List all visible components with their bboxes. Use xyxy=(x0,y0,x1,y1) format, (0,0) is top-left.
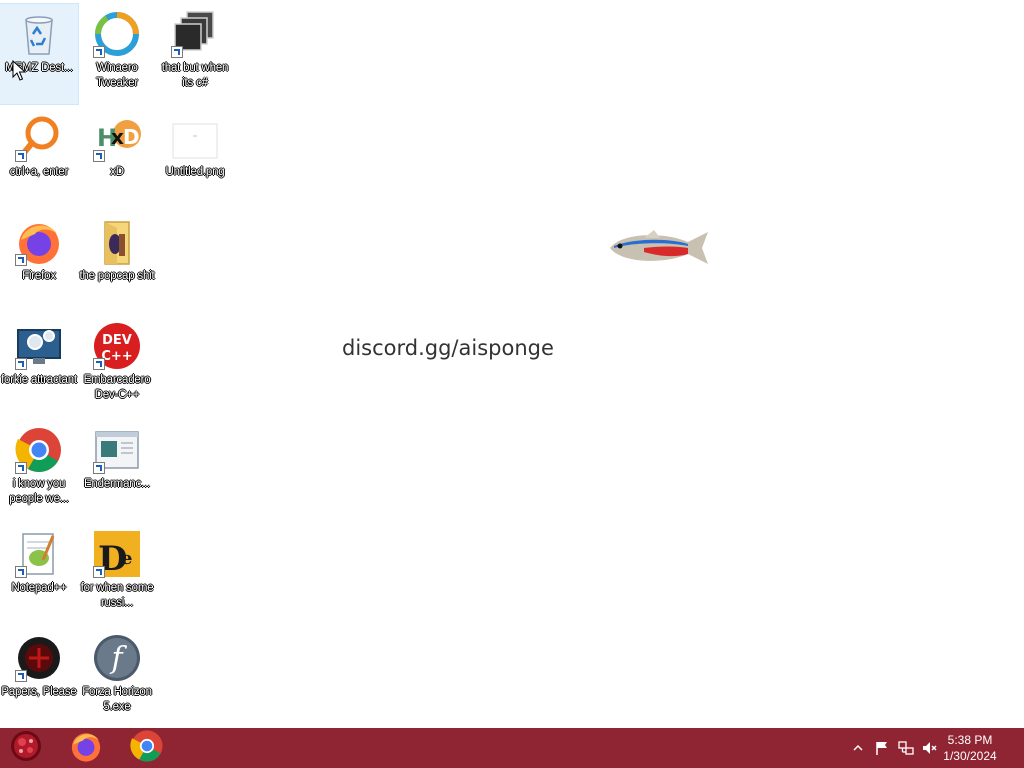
settings-monitor-icon xyxy=(15,322,63,370)
icon-label: that but when its c# xyxy=(161,62,229,89)
magnifier-app-icon xyxy=(15,114,63,162)
svg-text:e: e xyxy=(121,548,132,569)
icon-label: xD xyxy=(110,166,124,178)
start-orb-icon xyxy=(9,729,43,768)
desktop-icon-notepadpp[interactable]: Notepad++ xyxy=(0,524,78,624)
firefox-icon xyxy=(15,218,63,266)
clock-time: 5:38 PM xyxy=(947,733,993,747)
desktop-icon-chrome[interactable]: i know you people we... xyxy=(0,420,78,520)
desktop-text-overlay: discord.gg/aisponge xyxy=(342,336,554,360)
firefox-icon xyxy=(69,729,103,768)
recycle-bin-icon xyxy=(15,10,63,58)
icon-label: Firefox xyxy=(22,270,56,282)
shortcut-arrow-icon xyxy=(93,46,105,58)
network-icon[interactable] xyxy=(898,740,914,756)
icon-label: Endermanc... xyxy=(84,478,150,490)
notepadpp-icon xyxy=(15,530,63,578)
shortcut-arrow-icon xyxy=(15,670,27,682)
taskbar-chrome-button[interactable] xyxy=(121,728,173,768)
desktop-icon-untitled-png[interactable]: Untitled.png xyxy=(156,108,234,208)
icon-label: Forza Horizon 5.exe xyxy=(82,686,152,713)
desktop-icon-papers-please[interactable]: Papers, Please xyxy=(0,628,78,728)
neon-tetra-fish-image xyxy=(604,226,710,275)
desktop[interactable]: MEMZ Dest... ctrl+a, enter Firefox forki… xyxy=(0,0,1024,728)
shortcut-arrow-icon xyxy=(15,358,27,370)
dev-cpp-icon: DEV C++ xyxy=(93,322,141,370)
papers-please-icon xyxy=(15,634,63,682)
desktop-icon-firefox[interactable]: Firefox xyxy=(0,212,78,312)
shortcut-arrow-icon xyxy=(15,566,27,578)
taskbar-clock[interactable]: 5:38 PM 1/30/2024 xyxy=(930,732,1010,764)
action-center-flag-icon[interactable] xyxy=(874,740,890,756)
icon-label: Notepad++ xyxy=(11,582,67,594)
clock-date: 1/30/2024 xyxy=(943,749,997,763)
winaero-tweaker-icon xyxy=(93,10,141,58)
start-button[interactable] xyxy=(0,728,52,768)
svg-text:DEV: DEV xyxy=(102,333,132,348)
folder-icon xyxy=(93,218,141,266)
desktop-icon-winaero-tweaker[interactable]: Winaero Tweaker xyxy=(78,4,156,104)
svg-text:C++: C++ xyxy=(101,349,132,364)
desktop-icon-ctrl-a-enter[interactable]: ctrl+a, enter xyxy=(0,108,78,208)
stacked-windows-icon xyxy=(171,10,219,58)
shortcut-arrow-icon xyxy=(171,46,183,58)
taskbar-firefox-button[interactable] xyxy=(60,728,112,768)
desktop-icon-popcap-folder[interactable]: the popcap shit xyxy=(78,212,156,312)
show-hidden-icons-button[interactable] xyxy=(850,740,866,756)
icon-label: Papers, Please xyxy=(1,686,77,698)
de-app-icon: D e xyxy=(93,530,141,579)
chevron-up-icon xyxy=(853,744,863,751)
icon-label: Untitled.png xyxy=(165,166,225,178)
icon-label: Embarcadero Dev-C++ xyxy=(83,374,151,401)
desktop-icon-dev-cpp[interactable]: DEV C++ Embarcadero Dev-C++ xyxy=(78,316,156,416)
icon-label: i know you people we... xyxy=(9,478,69,505)
icon-label: Winaero Tweaker xyxy=(95,62,139,89)
window-app-icon xyxy=(93,426,141,474)
desktop-icon-xd[interactable]: H x D xD xyxy=(78,108,156,208)
shortcut-arrow-icon xyxy=(93,150,105,162)
desktop-icon-memz[interactable]: MEMZ Dest... xyxy=(0,3,79,105)
flash-icon: f xyxy=(93,634,141,682)
desktop-icon-c-sharp[interactable]: that but when its c# xyxy=(156,4,234,104)
shortcut-arrow-icon xyxy=(93,358,105,370)
shortcut-arrow-icon xyxy=(15,462,27,474)
icon-label: forkie attractant xyxy=(1,374,77,386)
shortcut-arrow-icon xyxy=(15,150,27,162)
desktop-icon-forkie-attractant[interactable]: forkie attractant xyxy=(0,316,78,416)
image-file-icon xyxy=(171,114,219,162)
desktop-icon-endermanch[interactable]: Endermanc... xyxy=(78,420,156,520)
desktop-icon-de-app[interactable]: D e for when some russi... xyxy=(78,524,156,624)
shortcut-arrow-icon xyxy=(93,566,105,578)
shortcut-arrow-icon xyxy=(93,462,105,474)
chrome-icon xyxy=(130,729,164,768)
mouse-cursor-icon xyxy=(12,59,27,87)
icon-label: ctrl+a, enter xyxy=(9,166,69,178)
desktop-icon-forza-horizon[interactable]: f Forza Horizon 5.exe xyxy=(78,628,156,728)
chrome-icon xyxy=(15,426,63,474)
icon-label: the popcap shit xyxy=(79,270,155,282)
icon-label: for when some russi... xyxy=(80,582,154,609)
taskbar: 5:38 PM 1/30/2024 xyxy=(0,728,1024,768)
hxd-icon: H x D xyxy=(93,114,141,162)
shortcut-arrow-icon xyxy=(15,254,27,266)
svg-text:D: D xyxy=(123,125,140,149)
